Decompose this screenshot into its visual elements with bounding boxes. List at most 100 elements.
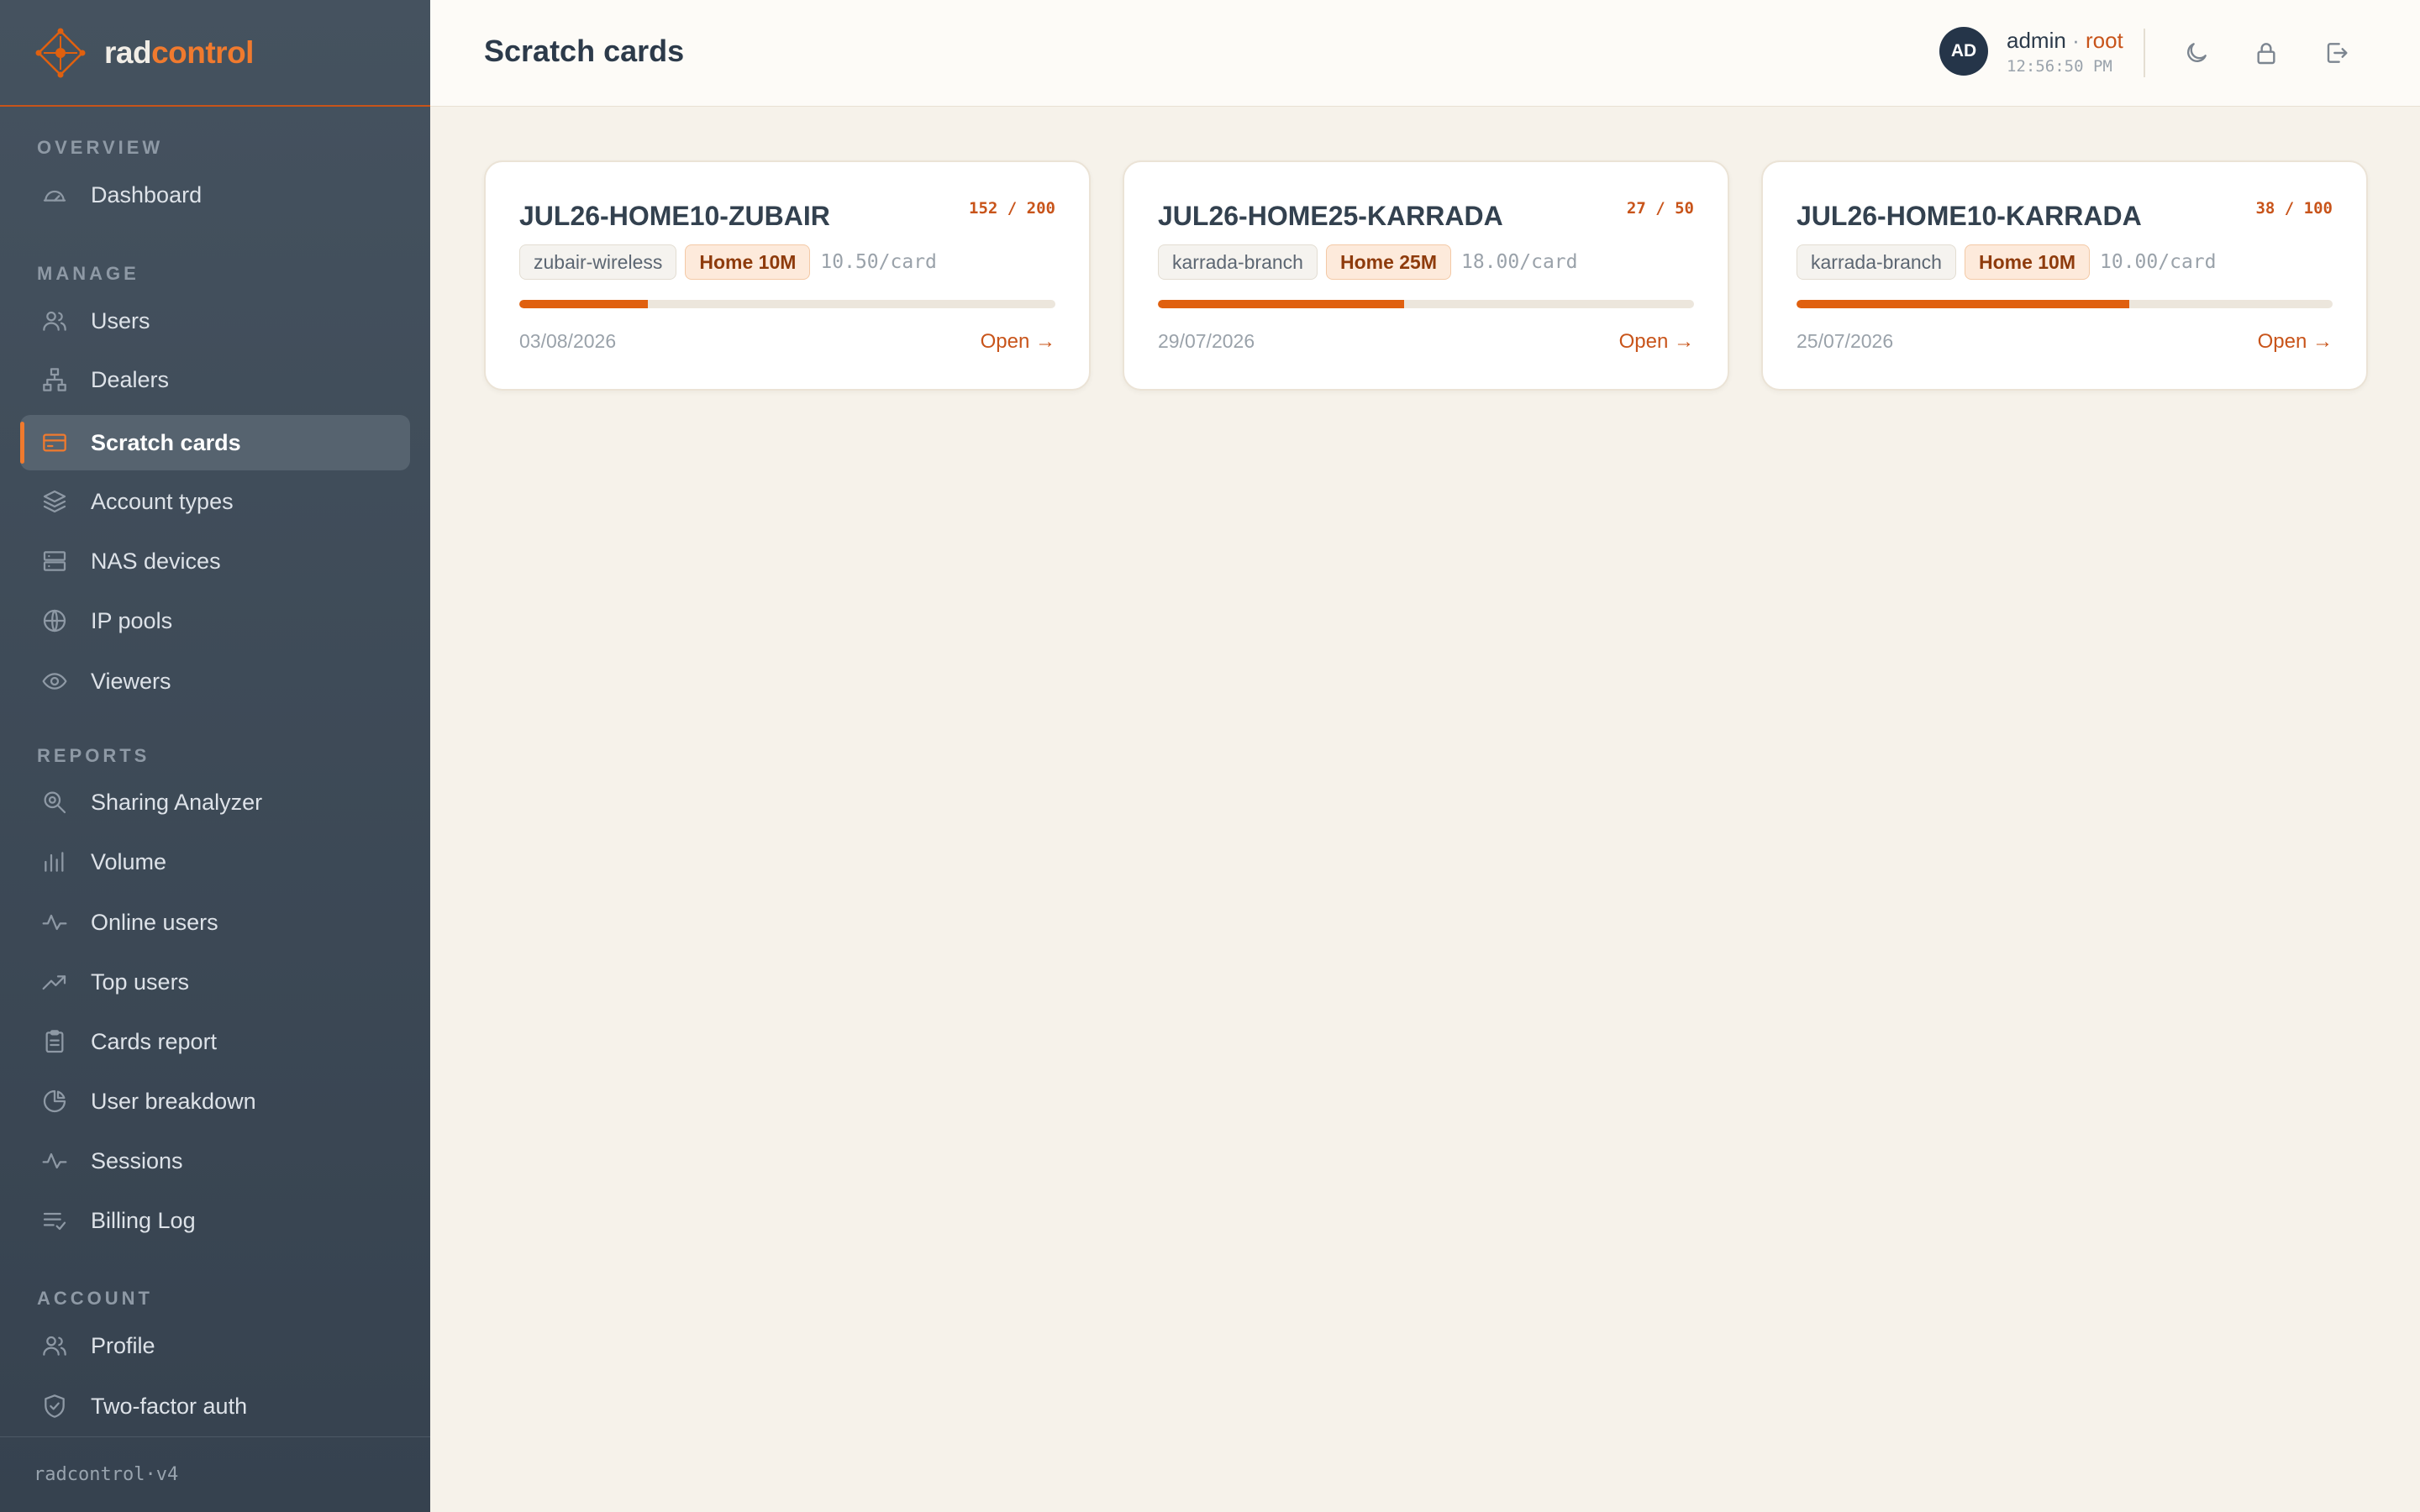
sidebar-item-online-users[interactable]: Online users [20, 895, 410, 950]
sidebar-item-sessions[interactable]: Sessions [20, 1133, 410, 1189]
clipboard-icon [40, 1027, 69, 1056]
gauge-icon [40, 181, 69, 209]
sidebar-item-label: Sessions [91, 1147, 183, 1173]
batch-tags: zubair-wireless Home 10M 10.50/card [519, 244, 937, 280]
trending-up-icon [40, 968, 69, 996]
brand-name: radcontrol [104, 35, 254, 71]
sidebar-item-top-users[interactable]: Top users [20, 954, 410, 1010]
usage-progress-fill [1797, 300, 2129, 308]
sidebar: radcontrol OVERVIEW Dashboard MANAGE Use… [0, 0, 430, 1512]
price-per-card: 18.00/card [1461, 251, 1578, 273]
sidebar-item-ip-pools[interactable]: IP pools [20, 593, 410, 648]
sidebar-item-volume[interactable]: Volume [20, 834, 410, 890]
plan-tag: Home 10M [1964, 244, 2091, 280]
open-link[interactable]: Open → [981, 330, 1055, 354]
globe-icon [40, 606, 69, 635]
plan-tag: Home 10M [685, 244, 811, 280]
sidebar-item-label: Users [91, 307, 150, 333]
sidebar-item-label: IP pools [91, 607, 173, 633]
sidebar-item-sharing-analyzer[interactable]: Sharing Analyzer [20, 774, 410, 830]
lock-button[interactable] [2249, 36, 2283, 70]
sidebar-item-label: Billing Log [91, 1207, 196, 1233]
sidebar-item-label: Viewers [91, 668, 171, 694]
shield-check-icon [40, 1392, 69, 1420]
plan-tag: Home 25M [1325, 244, 1452, 280]
sidebar-item-dealers[interactable]: Dealers [20, 352, 410, 407]
batch-title: JUL26-HOME10-ZUBAIR [519, 201, 830, 231]
avatar[interactable]: AD [1939, 27, 1988, 76]
section-label-overview: OVERVIEW [37, 137, 164, 158]
sidebar-item-label: Top users [91, 969, 190, 995]
page-title: Scratch cards [484, 34, 685, 68]
user-role: root [2085, 27, 2123, 53]
dealer-tag: karrada-branch [1797, 244, 1956, 280]
sidebar-item-users[interactable]: Users [20, 293, 410, 349]
clock-time: 12:56:50 PM [2007, 56, 2112, 76]
batch-tags: karrada-branch Home 10M 10.00/card [1797, 244, 2217, 280]
sidebar-item-account-types[interactable]: Account types [20, 474, 410, 529]
logo-icon [35, 28, 86, 77]
activity-icon [40, 908, 69, 937]
sidebar-item-dashboard[interactable]: Dashboard [20, 167, 410, 223]
sidebar-item-two-factor-auth[interactable]: Two-factor auth [20, 1378, 410, 1434]
list-check-icon [40, 1206, 69, 1235]
sidebar-item-label: Two-factor auth [91, 1393, 248, 1419]
sidebar-item-label: Dashboard [91, 181, 203, 207]
network-icon [40, 365, 69, 394]
sidebar-item-billing-log[interactable]: Billing Log [20, 1193, 410, 1248]
top-header: Scratch cards AD admin · root 12:56:50 P… [430, 0, 2420, 107]
search-zoom-icon [40, 788, 69, 816]
dealer-tag: zubair-wireless [519, 244, 677, 280]
sidebar-item-label: Dealers [91, 366, 170, 392]
logout-button[interactable] [2320, 36, 2354, 70]
logout-icon [2327, 43, 2348, 63]
user-name: admin [2007, 27, 2066, 53]
price-per-card: 10.50/card [820, 251, 937, 273]
sidebar-item-label: Cards report [91, 1028, 218, 1054]
version-label: radcontrol·v4 [0, 1436, 430, 1512]
sidebar-item-profile[interactable]: Profile [20, 1318, 410, 1373]
bar-chart-icon [40, 848, 69, 876]
usage-progress-fill [519, 300, 649, 308]
open-link[interactable]: Open → [2258, 330, 2333, 354]
sidebar-item-label: Volume [91, 848, 167, 874]
user-info: admin · root 12:56:50 PM [2007, 28, 2123, 76]
batch-date: 29/07/2026 [1158, 330, 1255, 352]
batch-card[interactable]: JUL26-HOME25-KARRADA 27 / 50 karrada-bra… [1123, 160, 1729, 391]
sidebar-item-label: Sharing Analyzer [91, 789, 263, 815]
batch-title: JUL26-HOME10-KARRADA [1797, 201, 2142, 231]
batch-count: 27 / 50 [1626, 199, 1694, 218]
user-menu[interactable]: AD admin · root 12:56:50 PM [1939, 27, 2123, 76]
batch-card[interactable]: JUL26-HOME10-ZUBAIR 152 / 200 zubair-wir… [484, 160, 1091, 391]
section-label-manage: MANAGE [37, 263, 139, 284]
usage-progress [519, 300, 1055, 308]
section-label-reports: REPORTS [37, 745, 150, 766]
batch-count: 38 / 100 [2255, 199, 2333, 218]
sidebar-item-user-breakdown[interactable]: User breakdown [20, 1074, 410, 1129]
layers-icon [40, 487, 69, 516]
server-icon [40, 547, 69, 575]
batch-card[interactable]: JUL26-HOME10-KARRADA 38 / 100 karrada-br… [1761, 160, 2368, 391]
open-link[interactable]: Open → [1619, 330, 1694, 354]
brand-name-part1: rad [104, 34, 152, 70]
sidebar-item-label: Online users [91, 909, 218, 935]
price-per-card: 10.00/card [2100, 251, 2217, 273]
usage-progress [1158, 300, 1694, 308]
sidebar-item-cards-report[interactable]: Cards report [20, 1014, 410, 1069]
moon-icon [2187, 43, 2207, 62]
users-icon [40, 1331, 69, 1360]
users-icon [40, 307, 69, 335]
sidebar-item-label: NAS devices [91, 548, 221, 574]
user-line: admin · root [2007, 28, 2123, 54]
batch-title: JUL26-HOME25-KARRADA [1158, 201, 1503, 231]
lock-icon [2257, 43, 2275, 65]
batch-count: 152 / 200 [969, 199, 1055, 218]
sidebar-item-scratch-cards[interactable]: Scratch cards [20, 415, 410, 470]
brand-name-part2: control [151, 34, 254, 70]
sidebar-item-label: Account types [91, 488, 234, 514]
sidebar-item-nas-devices[interactable]: NAS devices [20, 533, 410, 589]
theme-toggle-button[interactable] [2180, 36, 2213, 70]
sidebar-item-viewers[interactable]: Viewers [20, 654, 410, 709]
brand[interactable]: radcontrol [0, 0, 430, 107]
batch-tags: karrada-branch Home 25M 18.00/card [1158, 244, 1578, 280]
